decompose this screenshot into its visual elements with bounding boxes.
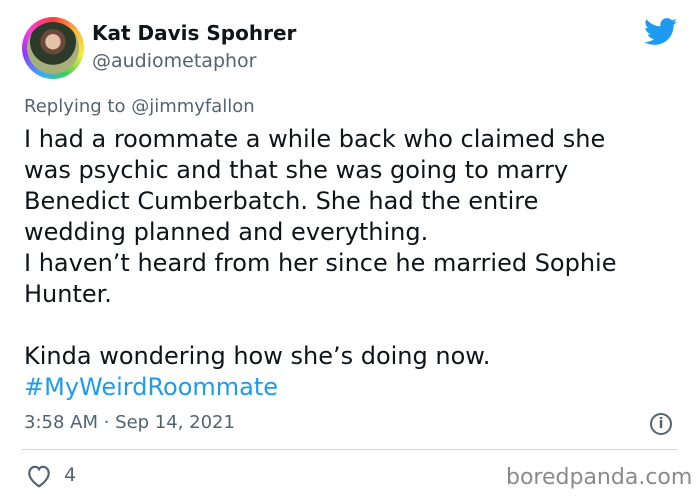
reply-mention-link[interactable]: @jimmyfallon: [131, 96, 255, 117]
user-handle[interactable]: @audiometaphor: [92, 50, 256, 72]
watermark: boredpanda.com: [506, 465, 693, 490]
tweet-line: Benedict Cumberbatch. She had the entire: [24, 187, 539, 215]
tweet-line: was psychic and that she was going to ma…: [24, 156, 569, 184]
avatar[interactable]: [22, 17, 84, 79]
tweet-line: Hunter.: [24, 280, 112, 308]
display-name[interactable]: Kat Davis Spohrer: [92, 21, 296, 45]
tweet-text: I had a roommate a while back who claime…: [24, 124, 684, 403]
tweet-card: Kat Davis Spohrer @audiometaphor Replyin…: [0, 0, 700, 502]
hashtag-link[interactable]: #MyWeirdRoommate: [24, 372, 684, 403]
divider: [22, 449, 678, 450]
twitter-bird-icon[interactable]: [644, 18, 678, 46]
tweet-closing-line: Kinda wondering how she’s doing now.: [24, 342, 491, 370]
info-icon[interactable]: i: [650, 413, 672, 435]
tweet-line: wedding planned and everything.: [24, 218, 429, 246]
tweet-timestamp[interactable]: 3:58 AM · Sep 14, 2021: [24, 412, 235, 433]
tweet-line: I had a roommate a while back who claime…: [24, 125, 606, 153]
heart-icon[interactable]: [26, 464, 52, 488]
reply-context: Replying to @jimmyfallon: [24, 96, 255, 117]
tweet-line: I haven’t heard from her since he marrie…: [24, 249, 617, 277]
paragraph-break: [24, 310, 684, 341]
reply-prefix: Replying to: [24, 96, 132, 117]
avatar-photo: [27, 22, 79, 74]
like-count: 4: [64, 464, 77, 486]
